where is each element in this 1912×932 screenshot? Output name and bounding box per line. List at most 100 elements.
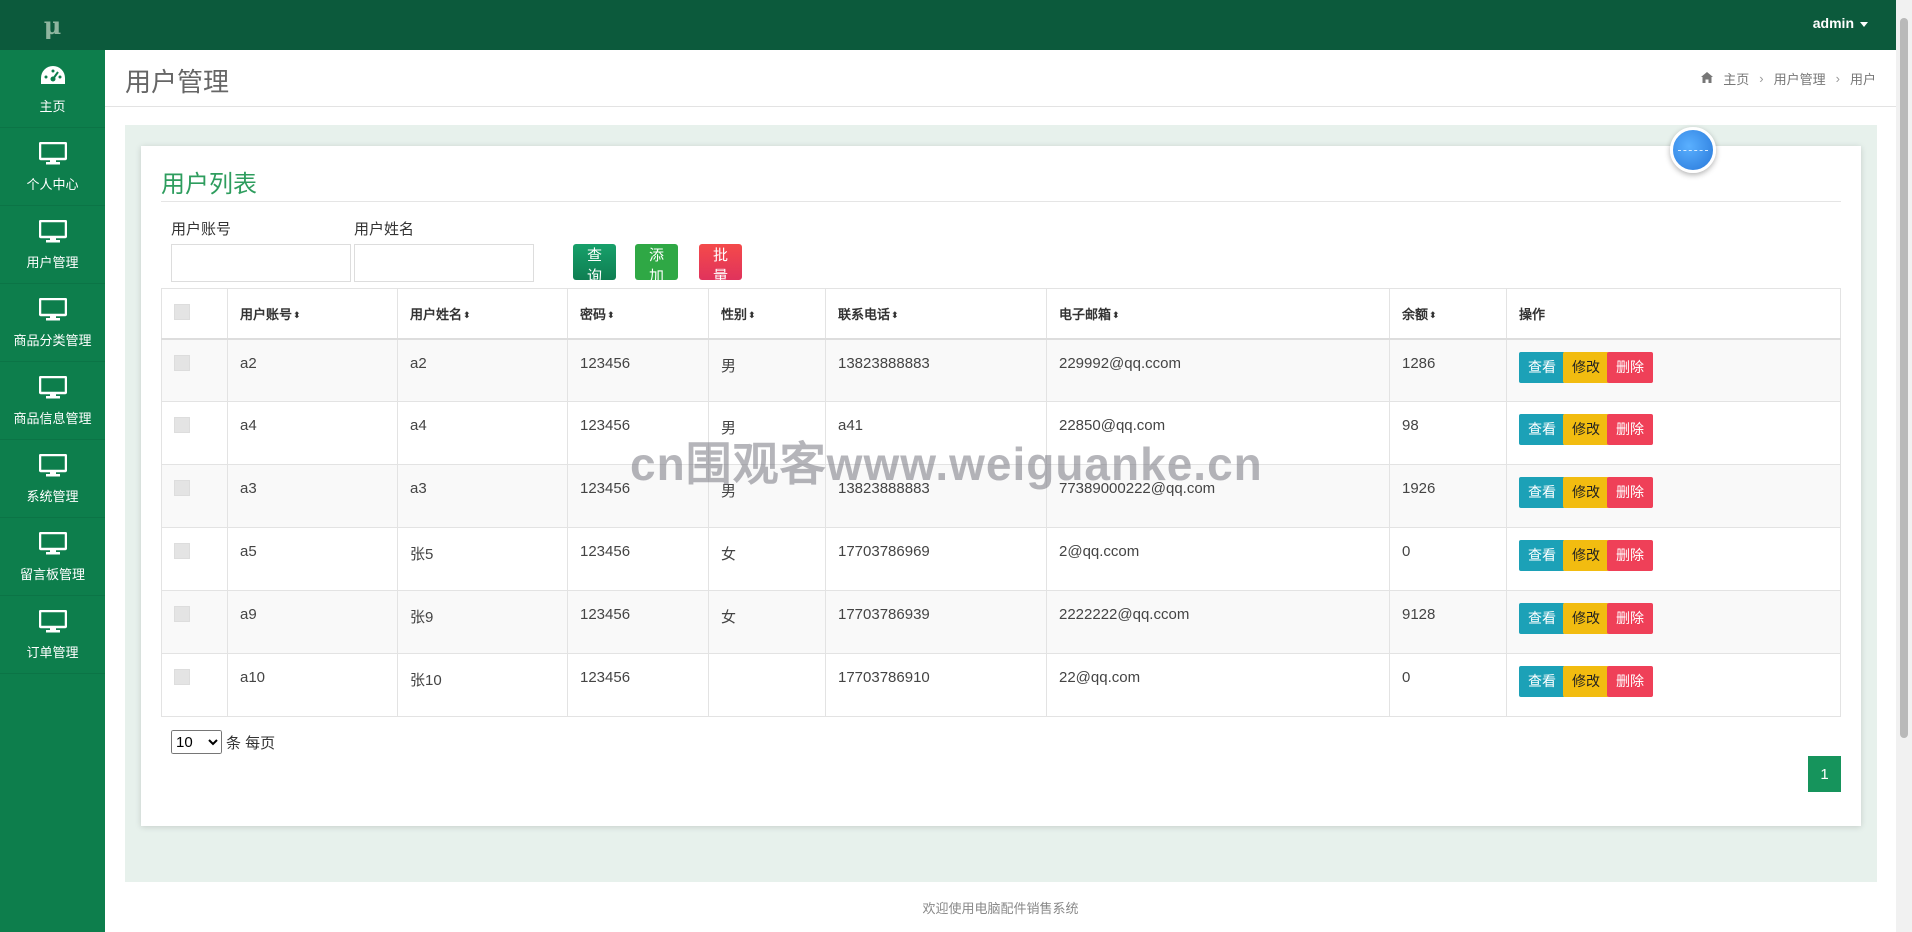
column-header-label: 余额 (1402, 306, 1429, 322)
add-button[interactable]: 添加 (635, 244, 679, 285)
monitor-icon (38, 374, 68, 402)
edit-button[interactable]: 修改 (1563, 351, 1609, 383)
sidebar-item-label: 主页 (39, 99, 66, 114)
row-checkbox[interactable] (174, 354, 190, 371)
select-all-checkbox[interactable] (174, 303, 190, 320)
column-header-label: 操作 (1519, 306, 1546, 322)
edit-button[interactable]: 修改 (1563, 540, 1609, 571)
chevron-right-icon: › (1835, 71, 1840, 86)
name-input[interactable] (354, 244, 534, 282)
breadcrumb-home[interactable]: 主页 (1723, 69, 1749, 88)
actions-cell: 查看 修改 删除 (1506, 653, 1841, 717)
view-button[interactable]: 查看 (1519, 540, 1565, 571)
delete-button[interactable]: 删除 (1607, 603, 1653, 634)
sidebar-item-label: 留言板管理 (19, 567, 85, 582)
sidebar-item-0[interactable]: 主页 (0, 50, 105, 128)
page-button-current[interactable]: 1 (1808, 756, 1841, 792)
row-select-cell (161, 590, 228, 654)
monitor-icon (38, 608, 68, 636)
column-header[interactable]: 性别⬍ (708, 288, 826, 340)
table-cell: 22@qq.com (1046, 653, 1390, 717)
sidebar-item-1[interactable]: 个人中心 (0, 128, 105, 206)
sidebar-nav: 主页个人中心用户管理商品分类管理 商品信息管理 系统管理留言板管理订单管理 (0, 50, 105, 674)
view-button[interactable]: 查看 (1519, 603, 1565, 634)
row-select-cell (161, 653, 228, 717)
table-cell: 123456 (567, 590, 709, 654)
column-header[interactable]: 密码⬍ (567, 288, 709, 340)
query-button[interactable]: 查询 (573, 244, 617, 285)
view-button[interactable]: 查看 (1519, 351, 1565, 383)
table-cell: a9 (227, 590, 398, 654)
edit-button[interactable]: 修改 (1563, 414, 1609, 445)
row-select-cell (161, 338, 228, 402)
sidebar-item-7[interactable]: 订单管理 (0, 596, 105, 674)
view-button[interactable]: 查看 (1519, 666, 1565, 697)
column-header-label: 性别 (721, 306, 748, 322)
sidebar-item-2[interactable]: 用户管理 (0, 206, 105, 284)
user-table-wrapper: 用户账号⬍ 用户姓名⬍ 密码⬍ 性别⬍ 联系电话⬍ 电子邮箱⬍ 余额⬍ 操作 a2 a2 1234… (161, 288, 1841, 717)
delete-button[interactable]: 删除 (1607, 414, 1653, 445)
table-cell: 男 (708, 338, 826, 402)
view-button[interactable]: 查看 (1519, 477, 1565, 508)
view-button[interactable]: 查看 (1519, 414, 1565, 445)
page-title: 用户管理 (125, 67, 230, 97)
delete-button[interactable]: 删除 (1607, 540, 1653, 571)
edit-button[interactable]: 修改 (1563, 603, 1609, 634)
row-checkbox[interactable] (174, 543, 190, 559)
pagination-size: 10 条 每页 (171, 730, 275, 754)
column-header[interactable]: 用户姓名⬍ (397, 288, 568, 340)
breadcrumb-user-management[interactable]: 用户管理 (1774, 69, 1826, 88)
edit-button[interactable]: 修改 (1563, 477, 1609, 508)
sort-icon: ⬍ (748, 309, 756, 320)
monitor-icon (38, 452, 68, 480)
name-label: 用户姓名 (354, 221, 415, 238)
actions-cell: 查看 修改 删除 (1506, 527, 1841, 591)
row-checkbox[interactable] (174, 606, 190, 622)
monitor-icon (38, 218, 68, 246)
actions-cell: 查看 修改 删除 (1506, 590, 1841, 654)
sidebar-item-6[interactable]: 留言板管理 (0, 518, 105, 596)
scrollbar-thumb[interactable] (1900, 18, 1908, 738)
table-cell: a4 (397, 401, 568, 465)
delete-button[interactable]: 删除 (1607, 477, 1653, 508)
account-input[interactable] (171, 244, 351, 282)
table-cell: a4 (227, 401, 398, 465)
table-cell: 13823888883 (825, 338, 1047, 402)
page-size-select[interactable]: 10 (171, 730, 222, 754)
page-header: 用户管理 主页 › 用户管理 › 用户 (105, 50, 1896, 107)
table-cell: 123456 (567, 338, 709, 402)
sort-icon: ⬍ (607, 309, 615, 320)
column-header-label: 电子邮箱 (1059, 306, 1112, 322)
table-cell: a5 (227, 527, 398, 591)
account-field: 用户账号 (171, 218, 351, 282)
account-label: 用户账号 (171, 221, 232, 238)
sidebar-item-4[interactable]: 商品信息管理 (0, 362, 105, 440)
column-header[interactable]: 电子邮箱⬍ (1046, 288, 1390, 340)
column-header[interactable]: 用户账号⬍ (227, 288, 398, 340)
column-header[interactable]: 余额⬍ (1389, 288, 1507, 340)
floating-widget-icon[interactable] (1670, 127, 1716, 173)
row-checkbox[interactable] (174, 480, 190, 496)
column-header-label: 用户账号 (240, 306, 293, 322)
widget-dash (1678, 149, 1708, 151)
monitor-icon (38, 530, 68, 558)
page-scrollbar[interactable] (1896, 0, 1912, 932)
sidebar-item-5[interactable]: 系统管理 (0, 440, 105, 518)
caret-down-icon (1860, 21, 1868, 27)
delete-button[interactable]: 删除 (1607, 351, 1653, 383)
row-checkbox[interactable] (174, 669, 190, 685)
edit-button[interactable]: 修改 (1563, 666, 1609, 697)
column-header[interactable]: 联系电话⬍ (825, 288, 1047, 340)
user-menu[interactable]: admin (1813, 15, 1868, 31)
batch-delete-button[interactable]: 批量删除 (699, 244, 743, 327)
dashboard-icon (38, 62, 68, 90)
table-header-row: 用户账号⬍ 用户姓名⬍ 密码⬍ 性别⬍ 联系电话⬍ 电子邮箱⬍ 余额⬍ 操作 (161, 288, 1841, 340)
row-checkbox[interactable] (174, 417, 190, 433)
table-cell: 2@qq.ccom (1046, 527, 1390, 591)
sidebar-item-3[interactable]: 商品分类管理 (0, 284, 105, 362)
card-title: 用户列表 (161, 171, 257, 198)
delete-button[interactable]: 删除 (1607, 666, 1653, 697)
select-all-cell (161, 288, 228, 340)
name-field: 用户姓名 (354, 218, 534, 282)
sidebar-item-label: 用户管理 (26, 255, 79, 270)
